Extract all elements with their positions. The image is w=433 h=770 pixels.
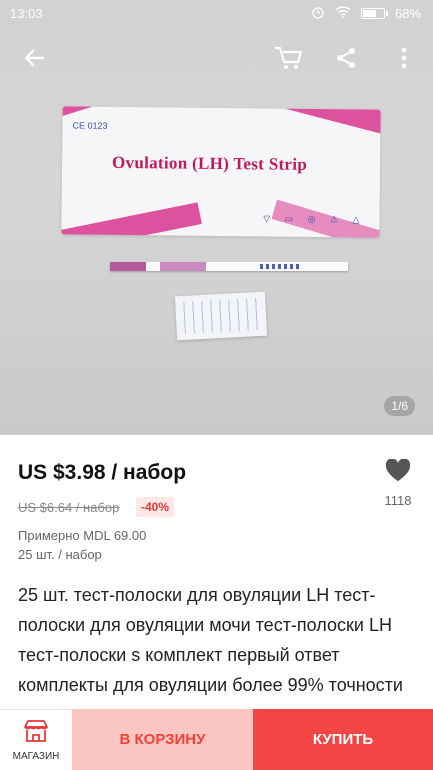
strip-markings [260, 264, 300, 269]
top-toolbar [0, 30, 433, 86]
store-label: МАГАЗИН [12, 750, 60, 762]
sachet-print [183, 298, 259, 334]
desiccant-sachet-photo [174, 291, 268, 341]
package-stripe [252, 106, 381, 146]
product-gallery[interactable]: 13:03 68% CE 0123 Ovulation (LH) Test St… [0, 0, 433, 435]
package-title: Ovulation (LH) Test Strip [111, 152, 308, 174]
cart-icon[interactable] [268, 38, 308, 78]
test-strip-photo [110, 262, 348, 271]
battery-icon [360, 7, 388, 19]
package-stripe [61, 202, 202, 238]
original-price: US $6.64 / набор [18, 500, 120, 515]
back-arrow-icon[interactable] [14, 38, 54, 78]
product-price: US $3.98 / набор [18, 461, 187, 484]
add-to-cart-button[interactable]: В КОРЗИНУ [72, 709, 253, 770]
package-stripe [61, 106, 164, 121]
strip-pad [160, 262, 206, 271]
battery-level: 68% [394, 5, 421, 21]
bottom-action-bar: МАГАЗИН В КОРЗИНУ КУПИТЬ [0, 709, 433, 770]
gallery-counter: 1/6 [384, 396, 415, 416]
store-icon [23, 719, 49, 748]
wishlist-count: 1118 [384, 493, 412, 508]
store-button[interactable]: МАГАЗИН [0, 709, 72, 770]
heart-icon [385, 458, 411, 486]
wishlist-button[interactable]: 1118 [378, 458, 418, 508]
status-icons: 68% [311, 5, 421, 22]
alarm-icon [311, 5, 325, 22]
more-menu-icon[interactable] [384, 38, 424, 78]
product-title: 25 шт. тест-полоски для овуляции LH тест… [18, 585, 403, 695]
approx-local-price: Примерно MDL 69.00 [18, 528, 147, 543]
package-symbols-icon: ▽ ▭ ◎ ⚠ △ [263, 213, 366, 225]
discount-badge: -40% [136, 497, 175, 517]
status-bar: 13:03 68% [0, 0, 433, 26]
ce-mark: CE 0123 [72, 120, 108, 131]
product-photo-package: CE 0123 Ovulation (LH) Test Strip ▽ ▭ ◎ … [61, 106, 381, 238]
strip-handle [110, 262, 146, 271]
share-icon[interactable] [326, 38, 366, 78]
status-time: 13:03 [10, 5, 43, 21]
wifi-icon [335, 5, 351, 21]
buy-now-button[interactable]: КУПИТЬ [253, 709, 433, 770]
unit-info: 25 шт. / набор [18, 547, 102, 562]
